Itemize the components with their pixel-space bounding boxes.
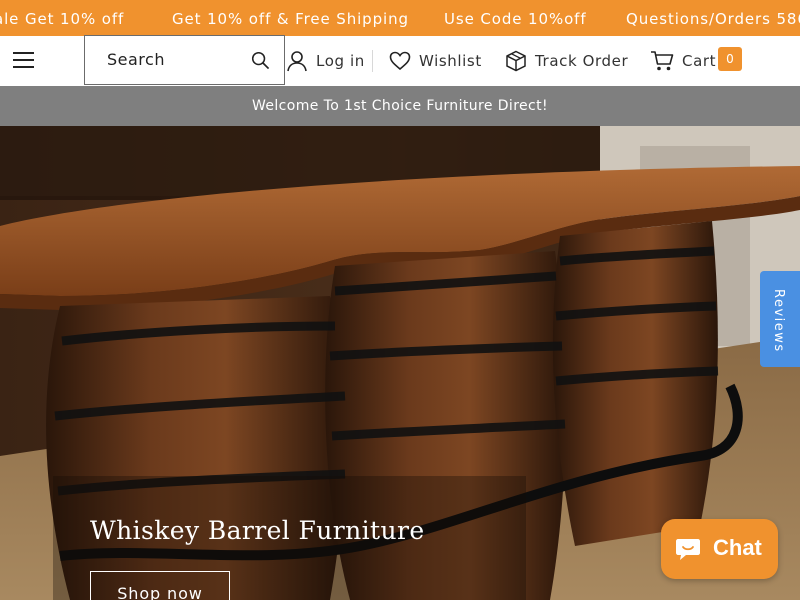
announcement-item: Use Code 10%off <box>444 10 587 28</box>
track-order-label: Track Order <box>535 52 629 70</box>
search-icon[interactable] <box>251 51 270 70</box>
announcement-item: Get 10% off & Free Shipping <box>172 10 409 28</box>
cart-icon <box>651 51 674 71</box>
menu-icon[interactable] <box>13 51 34 69</box>
nav-divider <box>372 50 373 72</box>
reviews-tab[interactable]: Reviews <box>760 271 800 367</box>
login-link[interactable]: Log in <box>286 47 365 75</box>
cart-label: Cart <box>682 52 717 70</box>
welcome-banner: Welcome To 1st Choice Furniture Direct! <box>0 86 800 126</box>
box-icon <box>506 50 526 72</box>
user-icon <box>287 51 307 72</box>
reviews-tab-label: Reviews <box>771 289 786 353</box>
announcement-bar: ale Get 10% off Get 10% off & Free Shipp… <box>0 0 800 36</box>
hero-title: Whiskey Barrel Furniture <box>90 516 425 545</box>
chat-icon <box>676 539 700 560</box>
heart-icon <box>389 51 411 71</box>
announcement-item: ale Get 10% off <box>0 10 125 28</box>
wishlist-label: Wishlist <box>419 52 482 70</box>
track-order-link[interactable]: Track Order <box>505 47 628 75</box>
shop-now-button[interactable]: Shop now <box>90 571 230 600</box>
search-placeholder: Search <box>107 50 165 69</box>
site-header: Search Log in Wishlist Track Order Cart … <box>0 35 800 86</box>
chat-label: Chat <box>713 535 762 560</box>
search-input[interactable]: Search <box>84 35 285 85</box>
announcement-item: Questions/Orders 586 <box>626 10 800 28</box>
chat-button[interactable]: Chat <box>661 519 778 579</box>
login-label: Log in <box>316 52 365 70</box>
cart-count-badge: 0 <box>718 47 742 71</box>
wishlist-link[interactable]: Wishlist <box>389 47 482 75</box>
cart-link[interactable]: Cart <box>650 47 716 75</box>
